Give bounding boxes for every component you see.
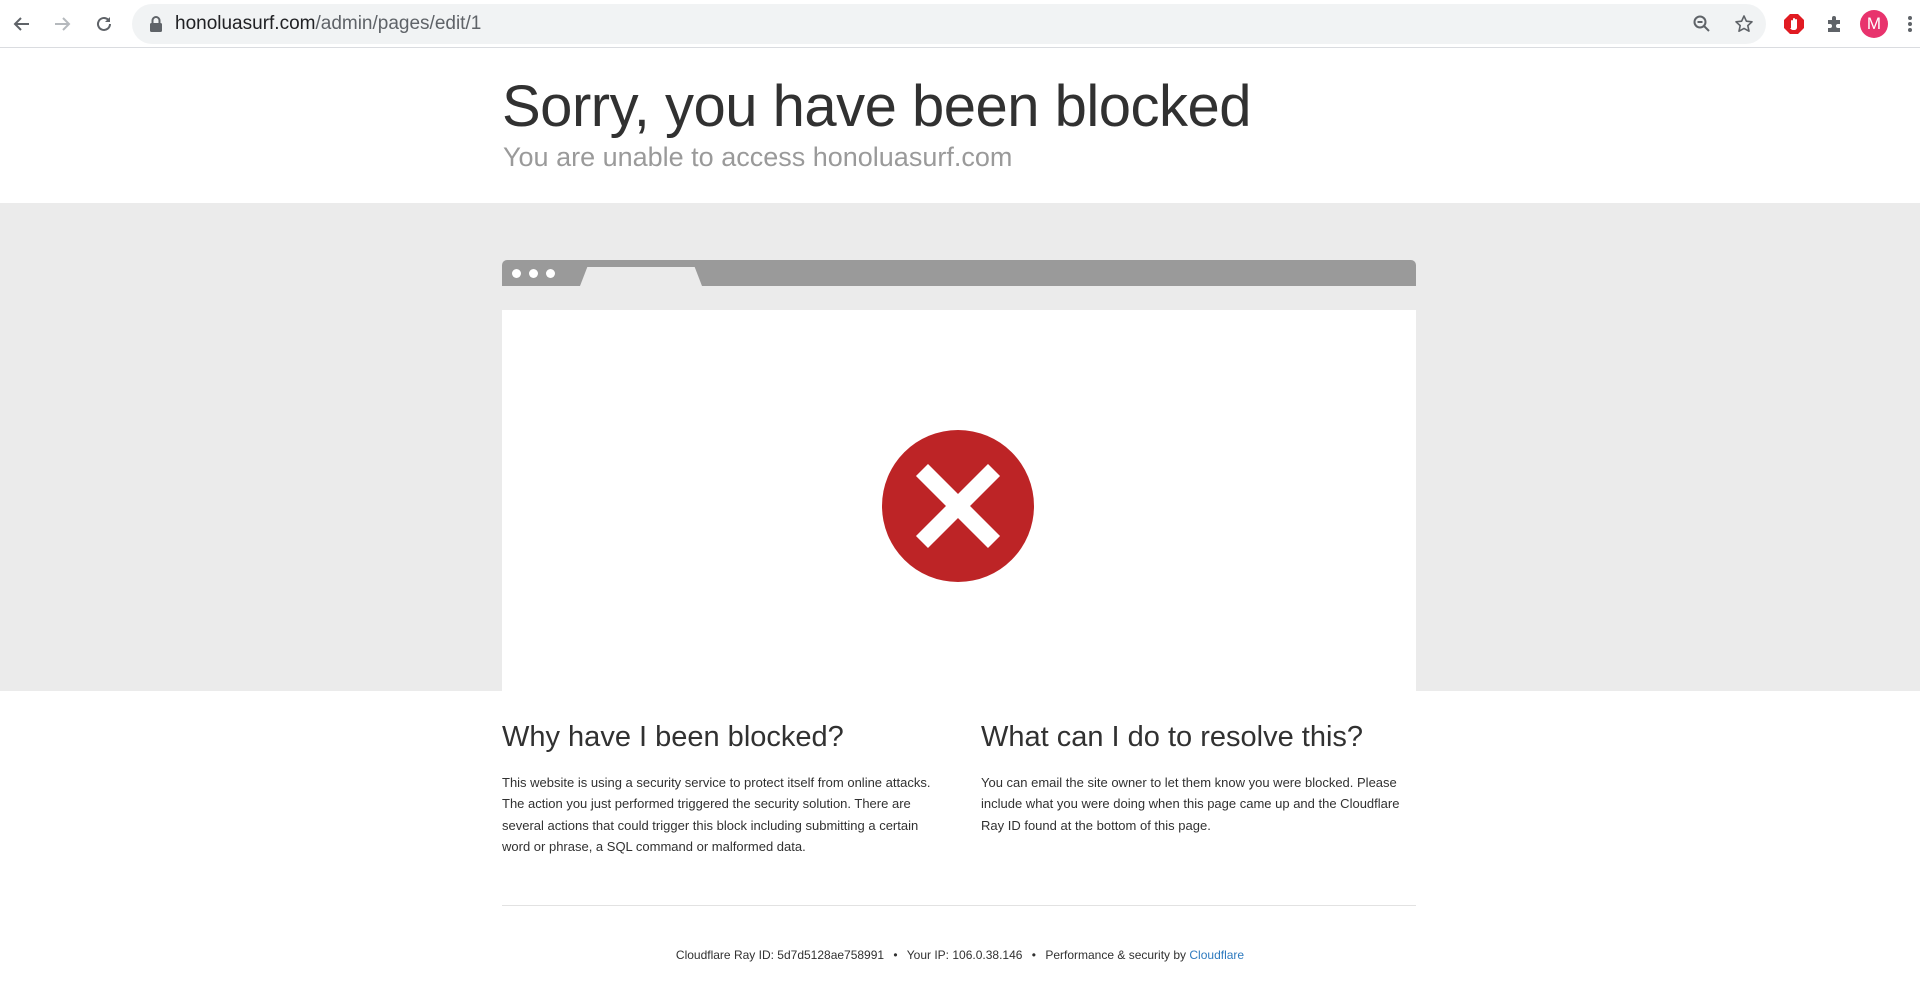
ray-id-label: Cloudflare Ray ID: [675,948,774,962]
why-blocked-text: This website is using a security service… [502,775,931,854]
zoom-icon [1693,15,1710,32]
browser-toolbar: honoluasurf.com/admin/pages/edit/1 M [0,0,1920,48]
menu-dots-icon [1908,16,1912,32]
ip-label: Your IP: [906,948,950,962]
forward-arrow-icon [55,17,71,31]
footer: Cloudflare Ray ID: 5d7d5128ae758991 • Yo… [0,947,1920,963]
footer-divider [502,905,1416,906]
page-subtitle: You are unable to access honoluasurf.com [503,142,1013,172]
ray-id-value: 5d7d5128ae758991 [777,948,885,962]
window-dot [512,269,521,278]
forward-button[interactable] [46,8,78,40]
back-button[interactable] [6,8,38,40]
url-domain: honoluasurf.com [175,13,316,34]
why-blocked-heading: Why have I been blocked? [502,721,844,753]
extensions-button[interactable] [1818,8,1850,40]
bookmark-button[interactable] [1728,8,1760,40]
avatar: M [1860,10,1888,38]
menu-button[interactable] [1900,8,1920,40]
error-x-icon [882,430,1034,582]
adblock-icon [1784,14,1804,34]
performance-label: Performance & security by [1045,948,1187,962]
back-arrow-icon [13,17,29,31]
ip-value: 106.0.38.146 [952,948,1023,962]
resolve-text: You can email the site owner to let them… [981,775,1400,833]
lock-icon[interactable] [146,14,166,34]
star-icon [1735,15,1753,32]
browser-illustration-tab [580,267,702,286]
footer-bullet: • [1031,948,1036,962]
zoom-button[interactable] [1686,8,1718,40]
window-dot [529,269,538,278]
url-text[interactable]: honoluasurf.com/admin/pages/edit/1 [175,12,481,36]
extensions-icon [1828,16,1840,32]
browser-illustration-bar [502,260,1416,286]
cloudflare-link[interactable]: Cloudflare [1189,948,1244,962]
resolve-heading: What can I do to resolve this? [981,721,1364,753]
profile-button[interactable]: M [1858,8,1890,40]
footer-bullet: • [893,948,898,962]
reload-button[interactable] [88,8,120,40]
adblock-extension-button[interactable] [1778,8,1810,40]
page-title: Sorry, you have been blocked [502,74,1252,139]
window-dot [546,269,555,278]
url-path: /admin/pages/edit/1 [315,13,482,34]
reload-icon [97,16,111,31]
